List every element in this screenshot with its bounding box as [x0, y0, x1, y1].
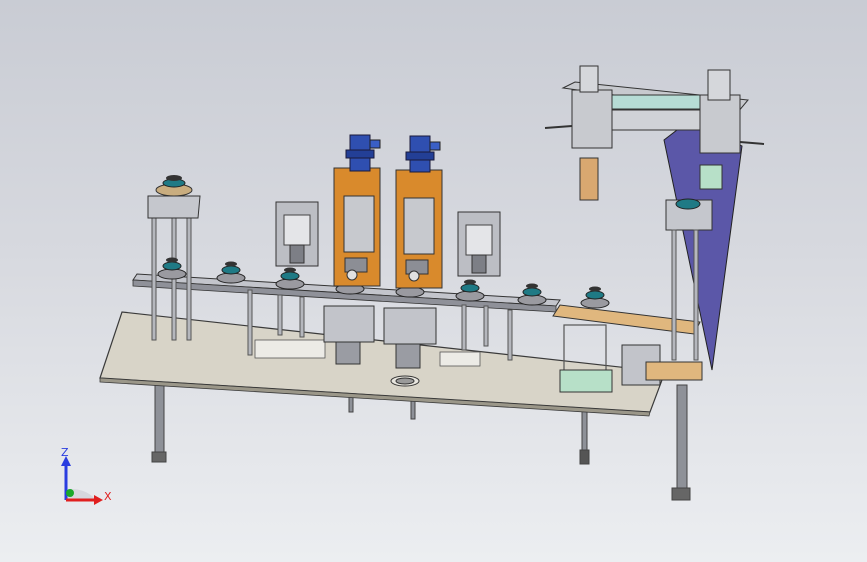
assembly-drawing: Z X [61, 65, 765, 505]
x-axis-label: X [104, 490, 112, 503]
motor-station-2 [395, 135, 443, 289]
base-plate [99, 311, 666, 417]
cad-viewport[interactable]: Z X [0, 0, 867, 562]
coordinate-triad: Z X [61, 446, 112, 505]
left-station [147, 175, 201, 219]
loading-station [552, 304, 703, 393]
motor-station-1 [333, 134, 381, 287]
gantry-frame [663, 119, 743, 371]
press-station-left [275, 201, 319, 267]
y-axis-dot [66, 489, 74, 497]
z-axis-label: Z [61, 446, 69, 459]
press-station-right [457, 211, 501, 277]
